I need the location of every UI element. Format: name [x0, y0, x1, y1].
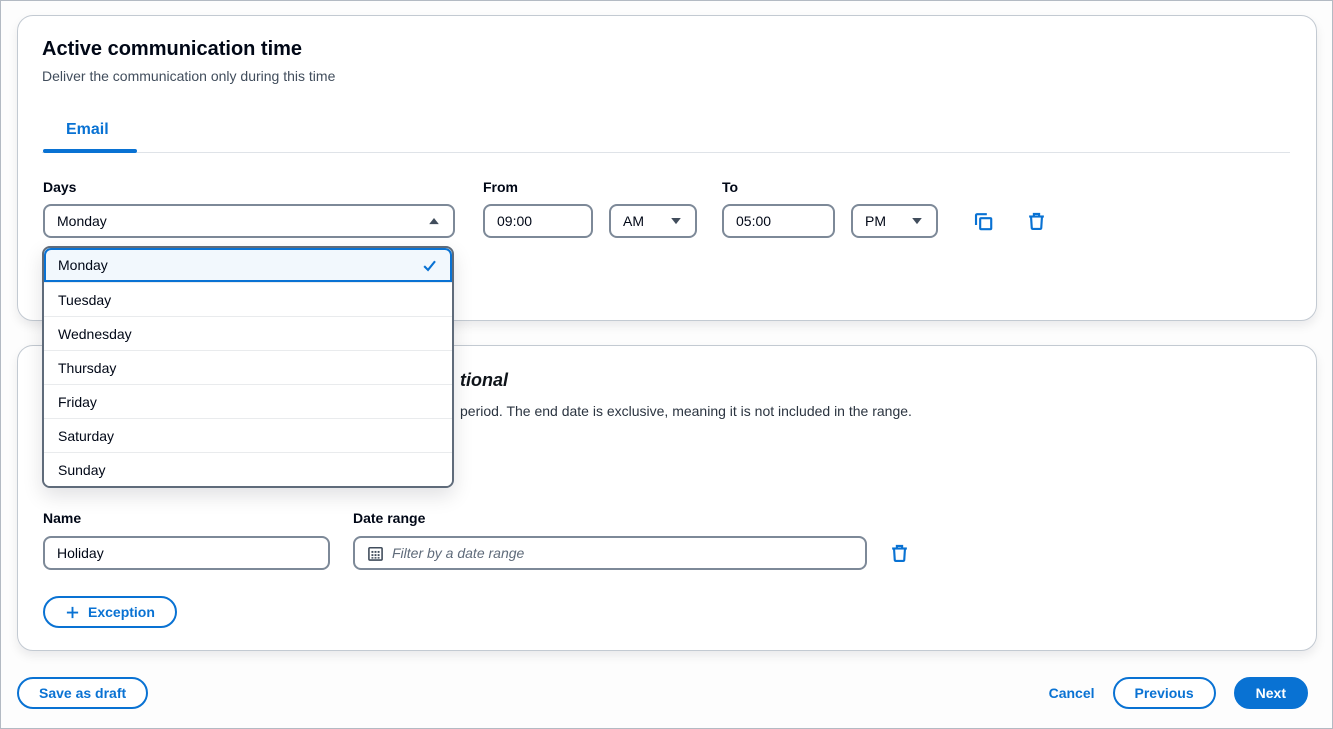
to-time-input[interactable] [722, 204, 835, 238]
previous-button[interactable]: Previous [1113, 677, 1216, 709]
trash-icon [1027, 212, 1046, 231]
tab-email[interactable]: Email [66, 121, 109, 139]
previous-label: Previous [1135, 685, 1194, 701]
days-option[interactable]: Friday [44, 384, 452, 418]
page: Active communication time Deliver the co… [0, 0, 1333, 729]
to-period-select[interactable]: PM [851, 204, 938, 238]
caret-down-filled-icon [910, 214, 924, 228]
days-option-label: Monday [58, 257, 108, 273]
exceptions-description-fragment: period. The end date is exclusive, meani… [460, 403, 912, 419]
check-icon [421, 257, 438, 274]
add-exception-button[interactable]: Exception [43, 596, 177, 628]
card-title: Active communication time [42, 38, 302, 61]
add-exception-label: Exception [88, 604, 155, 620]
next-button[interactable]: Next [1234, 677, 1308, 709]
save-as-draft-button[interactable]: Save as draft [17, 677, 148, 709]
date-range-label: Date range [353, 510, 425, 526]
card-subtitle: Deliver the communication only during th… [42, 68, 335, 84]
days-option[interactable]: Monday [44, 248, 452, 282]
days-option[interactable]: Tuesday [44, 282, 452, 316]
from-period-select[interactable]: AM [609, 204, 697, 238]
days-select[interactable]: Monday [43, 204, 455, 238]
wizard-footer: Save as draft Cancel Previous Next [17, 677, 1308, 709]
from-period-value: AM [623, 213, 644, 229]
days-option-label: Sunday [58, 462, 105, 478]
caret-down-filled-icon [669, 214, 683, 228]
days-label: Days [43, 179, 76, 195]
date-range-input[interactable] [392, 545, 853, 561]
days-option[interactable]: Wednesday [44, 316, 452, 350]
days-option-label: Wednesday [58, 326, 132, 342]
name-label: Name [43, 510, 81, 526]
copy-row-button[interactable] [968, 206, 998, 236]
days-option[interactable]: Thursday [44, 350, 452, 384]
days-option[interactable]: Saturday [44, 418, 452, 452]
days-option-label: Friday [58, 394, 97, 410]
exception-name-input[interactable] [43, 536, 330, 570]
days-option-label: Saturday [58, 428, 114, 444]
to-label: To [722, 179, 738, 195]
copy-icon [974, 212, 993, 231]
save-as-draft-label: Save as draft [39, 685, 126, 701]
from-label: From [483, 179, 518, 195]
days-dropdown-list: Monday Tuesday Wednesday Thursday Friday… [42, 246, 454, 488]
next-label: Next [1256, 685, 1286, 701]
delete-exception-button[interactable] [884, 538, 914, 568]
cancel-button[interactable]: Cancel [1049, 685, 1095, 701]
tab-email-label: Email [66, 121, 109, 138]
from-time-input[interactable] [483, 204, 593, 238]
days-option-label: Tuesday [58, 292, 111, 308]
date-range-picker[interactable] [353, 536, 867, 570]
exceptions-title-fragment: tional [460, 370, 508, 391]
caret-up-filled-icon [427, 214, 441, 228]
tabs-divider [42, 152, 1290, 153]
days-select-value: Monday [57, 213, 107, 229]
plus-icon [65, 605, 80, 620]
footer-actions: Cancel Previous Next [1049, 677, 1308, 709]
active-tab-underline [43, 149, 137, 153]
days-option-label: Thursday [58, 360, 116, 376]
days-option[interactable]: Sunday [44, 452, 452, 486]
to-period-value: PM [865, 213, 886, 229]
calendar-icon [367, 545, 384, 562]
delete-row-button[interactable] [1021, 206, 1051, 236]
trash-icon [890, 544, 909, 563]
